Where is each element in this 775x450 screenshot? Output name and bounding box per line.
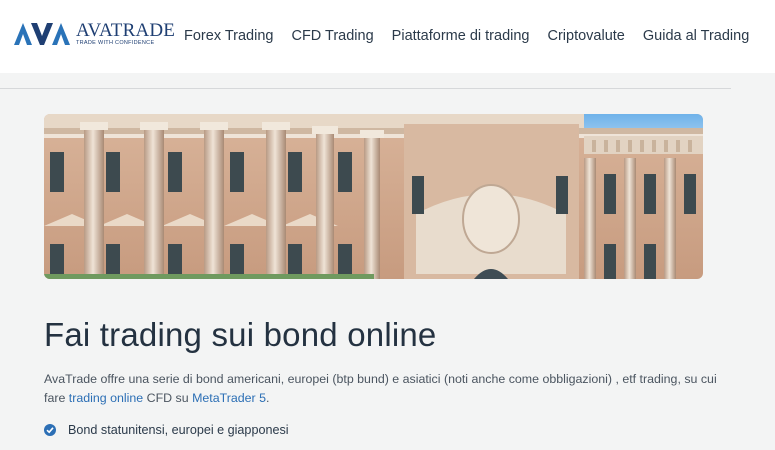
nav-guida-al-trading[interactable]: Guida al Trading	[643, 28, 749, 44]
nav-forex-trading[interactable]: Forex Trading	[184, 28, 273, 44]
main-nav: Forex Trading CFD Trading Piattaforme di…	[184, 28, 749, 44]
intro-text-middle: CFD su	[143, 391, 193, 405]
hero-image	[44, 114, 703, 279]
avatrade-logo[interactable]: AVATRADE TRADE WITH CONFIDENCE	[14, 20, 175, 48]
header-divider	[0, 88, 731, 89]
site-header: AVATRADE TRADE WITH CONFIDENCE Forex Tra…	[0, 0, 775, 73]
logo-wordmark: AVATRADE	[76, 20, 176, 42]
building-facade-image	[44, 114, 703, 279]
nav-criptovalute[interactable]: Criptovalute	[548, 28, 625, 44]
list-item: Bond statunitensi, europei e giapponesi	[44, 423, 289, 437]
check-circle-icon	[44, 424, 56, 436]
intro-paragraph: AvaTrade offre una serie di bond america…	[44, 370, 734, 408]
ava-logo-mark-icon	[14, 23, 70, 45]
logo-text: AVATRADE TRADE WITH CONFIDENCE	[76, 21, 175, 47]
page-title: Fai trading sui bond online	[44, 316, 437, 353]
bullet-text: Bond statunitensi, europei e giapponesi	[68, 423, 289, 437]
logo-tagline: TRADE WITH CONFIDENCE	[76, 40, 155, 47]
nav-piattaforme-di-trading[interactable]: Piattaforme di trading	[392, 28, 530, 44]
nav-cfd-trading[interactable]: CFD Trading	[291, 28, 373, 44]
intro-text-after: .	[266, 391, 270, 405]
link-metatrader-5[interactable]: MetaTrader 5	[192, 391, 266, 405]
link-trading-online[interactable]: trading online	[69, 391, 143, 405]
